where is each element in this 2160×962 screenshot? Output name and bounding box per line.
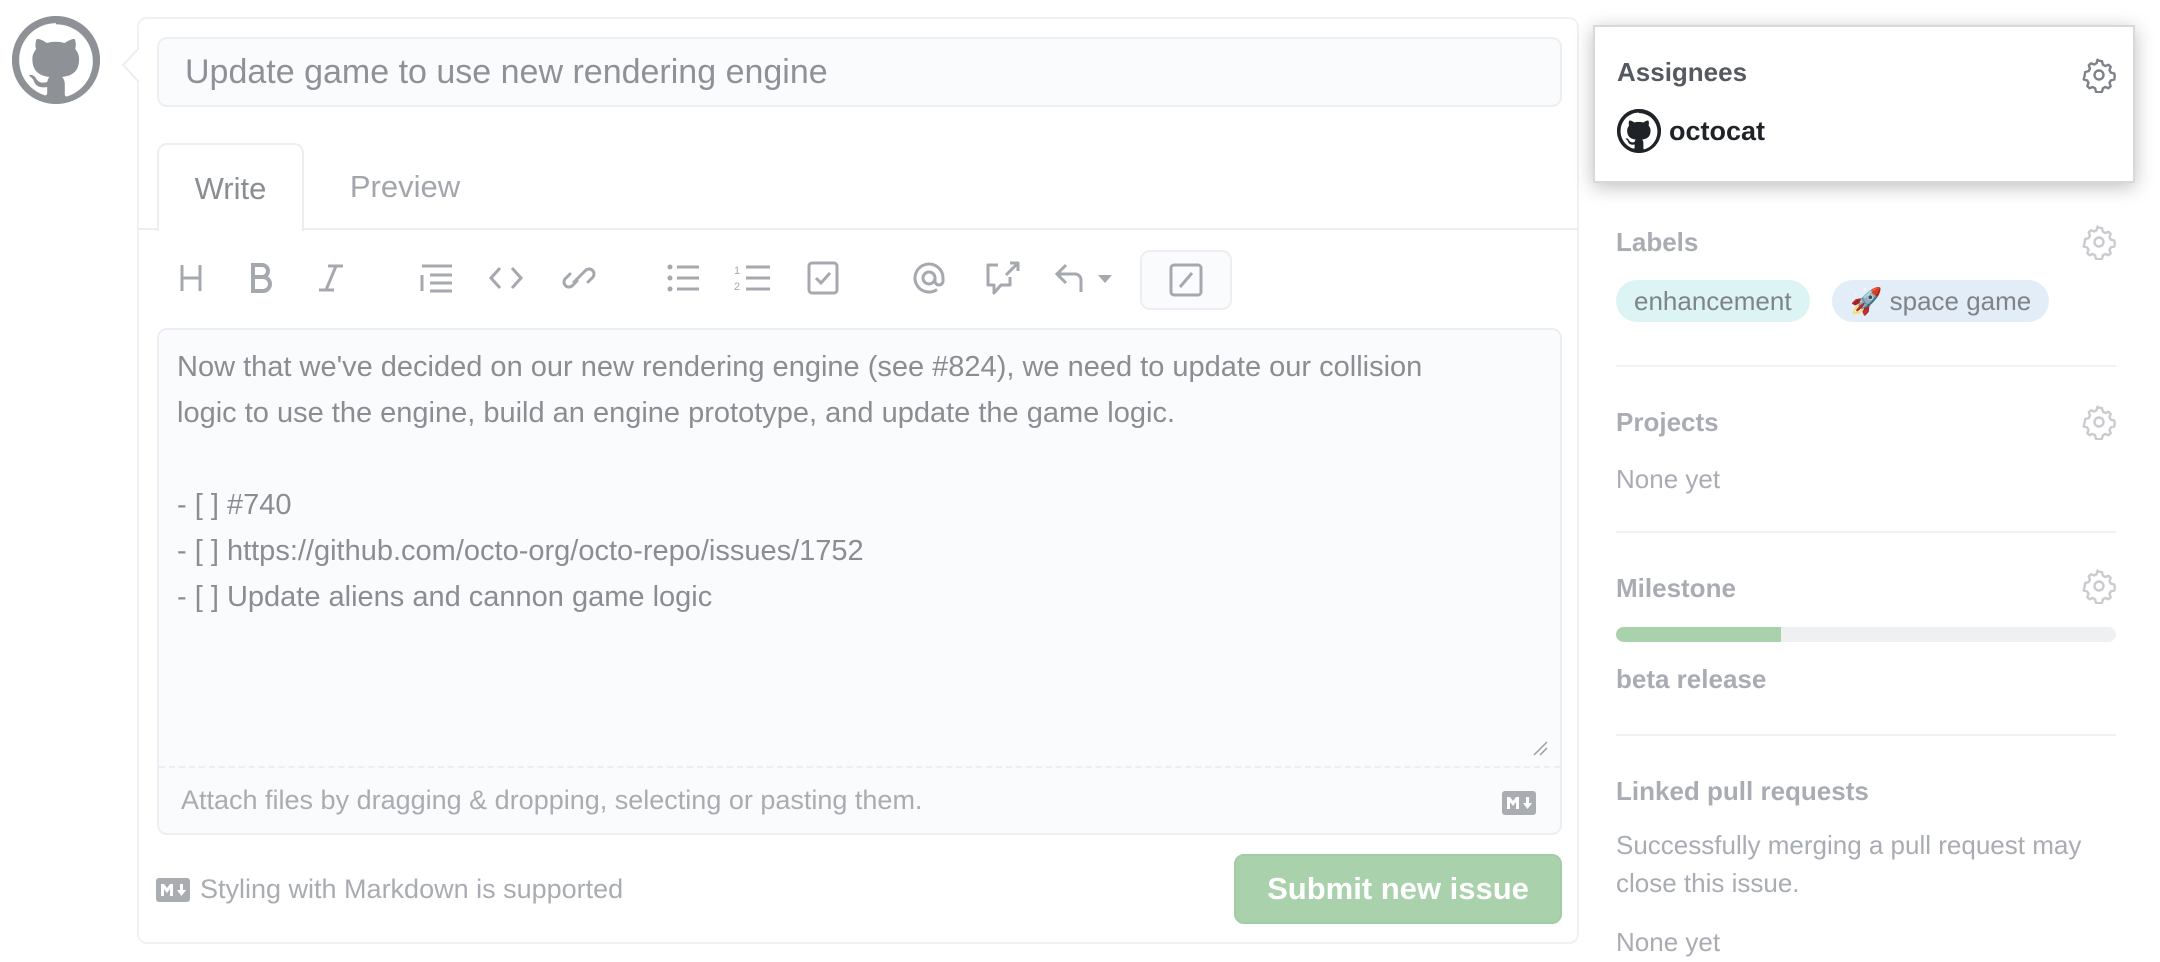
projects-gear-icon[interactable] xyxy=(2081,404,2117,440)
tab-write[interactable]: Write xyxy=(157,143,304,231)
rocket-icon: 🚀 xyxy=(1850,286,1883,316)
assignee-octocat[interactable]: octocat xyxy=(1617,109,1765,153)
svg-text:1: 1 xyxy=(734,265,740,277)
labels-gear-icon[interactable] xyxy=(2081,224,2117,260)
milestone-progress-bar xyxy=(1616,627,2116,642)
issue-body-textarea[interactable]: Now that we've decided on our new render… xyxy=(177,344,1547,764)
italic-icon[interactable] xyxy=(316,260,346,296)
assignee-name: octocat xyxy=(1669,115,1766,146)
attach-divider xyxy=(159,766,1560,768)
code-icon[interactable] xyxy=(488,260,524,296)
task-list-icon[interactable] xyxy=(806,260,840,296)
numbered-list-icon[interactable]: 12 xyxy=(734,260,770,296)
markdown-support-note: Styling with Markdown is supported xyxy=(156,874,623,905)
labels-heading[interactable]: Labels xyxy=(1616,227,1698,258)
slash-commands-icon xyxy=(1169,263,1203,297)
milestone-name[interactable]: beta release xyxy=(1616,660,1766,698)
saved-replies-icon[interactable] xyxy=(1054,260,1116,296)
linked-pull-requests-heading: Linked pull requests xyxy=(1616,776,1869,806)
assignee-avatar xyxy=(1617,109,1661,153)
octocat-icon xyxy=(1617,109,1661,153)
quote-icon[interactable] xyxy=(420,260,454,296)
markdown-icon xyxy=(156,877,190,902)
author-avatar xyxy=(12,16,100,104)
cross-reference-icon[interactable] xyxy=(984,260,1022,296)
slash-commands-button[interactable] xyxy=(1140,250,1232,310)
markdown-icon xyxy=(1502,791,1536,815)
mention-icon[interactable] xyxy=(910,260,948,296)
attach-files-hint[interactable]: Attach files by dragging & dropping, sel… xyxy=(181,785,922,816)
projects-heading[interactable]: Projects xyxy=(1616,407,1719,438)
sidebar-divider xyxy=(1616,365,2116,367)
assignees-heading[interactable]: Assignees xyxy=(1617,57,1747,88)
octocat-icon xyxy=(12,16,100,104)
assignees-gear-icon[interactable] xyxy=(2081,57,2117,93)
comment-pointer xyxy=(121,48,139,82)
issue-body-editor: Now that we've decided on our new render… xyxy=(157,328,1562,835)
assignees-panel: Assignees octocat xyxy=(1593,25,2135,183)
submit-new-issue-button[interactable]: Submit new issue xyxy=(1234,854,1562,924)
svg-text:2: 2 xyxy=(734,281,740,293)
milestone-gear-icon[interactable] xyxy=(2081,568,2117,604)
issue-title-input[interactable] xyxy=(157,37,1562,107)
label-enhancement[interactable]: enhancement xyxy=(1616,280,1810,322)
bulleted-list-icon[interactable] xyxy=(666,260,700,296)
linked-pr-description: Successfully merging a pull request may … xyxy=(1616,830,2082,898)
milestone-progress-fill xyxy=(1616,627,1781,642)
bold-icon[interactable] xyxy=(248,260,274,296)
link-icon[interactable] xyxy=(560,260,598,296)
milestone-heading[interactable]: Milestone xyxy=(1616,573,1736,604)
markdown-note-text[interactable]: Styling with Markdown is supported xyxy=(200,874,623,905)
resize-handle-icon[interactable] xyxy=(1532,740,1548,756)
tab-preview[interactable]: Preview xyxy=(315,143,495,230)
heading-icon[interactable] xyxy=(178,260,204,296)
sidebar-divider xyxy=(1616,734,2116,736)
label-space-game[interactable]: 🚀 space game xyxy=(1832,280,2050,322)
projects-value: None yet xyxy=(1616,464,1721,494)
linked-pr-value: None yet xyxy=(1616,927,1721,957)
sidebar-divider xyxy=(1616,531,2116,533)
